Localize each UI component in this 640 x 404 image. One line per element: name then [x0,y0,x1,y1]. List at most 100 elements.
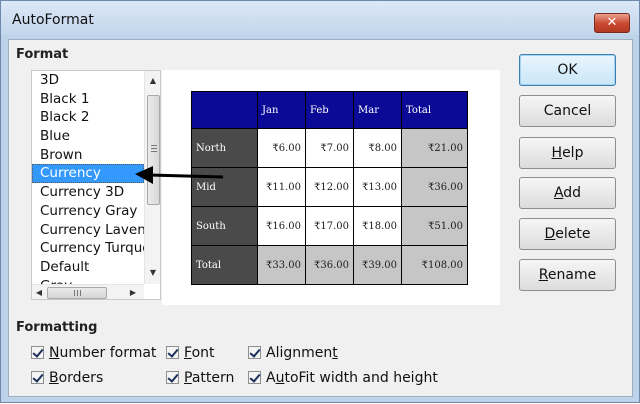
pattern-mnemonic: P [184,370,192,386]
title-bar[interactable]: AutoFormat ✕ [1,1,639,35]
delete-button-label: elete [555,226,591,242]
autofit-label-prefix: A [266,370,276,386]
rename-button[interactable]: Rename [519,259,616,291]
alignment-checkbox[interactable]: Alignment [248,345,338,361]
preview-table: Jan Feb Mar Total North ₹6.00 ₹7.00 ₹8.0… [191,91,468,285]
format-preview: Jan Feb Mar Total North ₹6.00 ₹7.00 ₹8.0… [162,70,500,305]
checkbox-checked-icon[interactable] [31,346,44,359]
number-format-checkbox[interactable]: Number format [31,345,156,361]
help-button-mnemonic: H [551,145,563,161]
close-button[interactable]: ✕ [594,13,630,33]
font-label: ont [191,345,215,361]
scroll-down-arrow-icon[interactable]: ▼ [145,265,160,281]
add-button-mnemonic: A [553,185,564,201]
total-cell: ₹21.00 [401,128,468,168]
header-cell [191,91,258,129]
autofit-checkbox[interactable]: AutoFit width and height [248,370,438,386]
dialog-body: Format 3D Black 1 Black 2 Blue Brown Cur… [8,39,633,397]
pattern-label: attern [191,370,235,386]
value-cell: ₹11.00 [257,167,306,207]
format-item[interactable]: Brown [32,146,144,165]
table-row: Mid ₹11.00 ₹12.00 ₹13.00 ₹36.00 [191,167,468,207]
grip-icon [151,145,157,152]
formatting-section-label: Formatting [16,320,98,335]
row-label: Mid [191,167,258,207]
borders-mnemonic: B [49,370,59,386]
window-title: AutoFormat [12,12,94,28]
format-item[interactable]: Black 1 [32,90,144,109]
format-item-selected[interactable]: Currency [32,164,144,184]
scroll-up-arrow-icon[interactable]: ▲ [145,73,160,89]
add-button[interactable]: Add [519,177,616,209]
font-checkbox[interactable]: Font [166,345,215,361]
alignment-mnemonic: t [332,345,338,361]
close-icon: ✕ [606,15,618,30]
header-cell: Feb [305,91,354,129]
value-cell: ₹6.00 [257,128,306,168]
pattern-checkbox[interactable]: Pattern [166,370,234,386]
table-total-row: Total ₹33.00 ₹36.00 ₹39.00 ₹108.00 [191,245,468,285]
horizontal-scrollbar[interactable]: ◀ ▶ [32,284,144,299]
value-cell: ₹18.00 [353,206,402,246]
ok-button[interactable]: OK [519,54,616,86]
total-cell: ₹36.00 [401,167,468,207]
help-button-label: elp [562,145,584,161]
format-item[interactable]: Default [32,258,144,277]
value-cell: ₹8.00 [353,128,402,168]
borders-checkbox[interactable]: Borders [31,370,103,386]
help-button[interactable]: Help [519,137,616,169]
format-item[interactable]: Currency Gray [32,202,144,221]
rename-button-mnemonic: R [538,267,548,283]
checkbox-checked-icon[interactable] [248,346,261,359]
row-label: Total [191,245,258,285]
table-row: North ₹6.00 ₹7.00 ₹8.00 ₹21.00 [191,128,468,168]
scroll-left-arrow-icon[interactable]: ◀ [32,285,46,299]
value-cell: ₹7.00 [305,128,354,168]
font-mnemonic: F [184,345,192,361]
borders-label: orders [58,370,104,386]
value-cell: ₹16.00 [257,206,306,246]
add-button-label: dd [563,185,582,201]
row-label: South [191,206,258,246]
grand-total-cell: ₹108.00 [401,245,468,285]
number-format-mnemonic: N [49,345,60,361]
checkbox-checked-icon[interactable] [166,371,179,384]
total-cell: ₹33.00 [257,245,306,285]
horizontal-scroll-thumb[interactable] [47,287,107,299]
format-listbox[interactable]: 3D Black 1 Black 2 Blue Brown Currency C… [31,70,161,300]
checkbox-checked-icon[interactable] [248,371,261,384]
format-item[interactable]: Currency 3D [32,183,144,202]
format-item[interactable]: Blue [32,127,144,146]
cancel-button[interactable]: Cancel [519,95,616,127]
alignment-label: Alignmen [266,345,333,361]
table-row: South ₹16.00 ₹17.00 ₹18.00 ₹51.00 [191,206,468,246]
cancel-button-label: Cancel [543,103,592,119]
ok-button-label: OK [557,62,578,78]
delete-button[interactable]: Delete [519,218,616,250]
vertical-scrollbar[interactable]: ▲ ▼ [144,71,160,284]
autoformat-dialog: AutoFormat ✕ Format 3D Black 1 Black 2 B… [0,0,640,403]
table-header-row: Jan Feb Mar Total [191,91,468,129]
total-cell: ₹36.00 [305,245,354,285]
scroll-right-arrow-icon[interactable]: ▶ [126,285,140,299]
autofit-label: toFit width and height [284,370,438,386]
format-item[interactable]: Black 2 [32,108,144,127]
total-cell: ₹51.00 [401,206,468,246]
value-cell: ₹17.00 [305,206,354,246]
format-item[interactable]: Currency Lavend [32,221,144,240]
format-list: 3D Black 1 Black 2 Blue Brown Currency C… [32,71,144,295]
total-cell: ₹39.00 [353,245,402,285]
value-cell: ₹13.00 [353,167,402,207]
vertical-scroll-thumb[interactable] [147,95,160,205]
checkbox-checked-icon[interactable] [31,371,44,384]
header-cell: Total [401,91,468,129]
grip-icon [74,290,81,296]
delete-button-mnemonic: D [544,226,556,242]
format-item[interactable]: 3D [32,71,144,90]
checkbox-checked-icon[interactable] [166,346,179,359]
value-cell: ₹12.00 [305,167,354,207]
row-label: North [191,128,258,168]
rename-button-label: ename [547,267,597,283]
header-cell: Jan [257,91,306,129]
format-item[interactable]: Currency Turquo [32,239,144,258]
